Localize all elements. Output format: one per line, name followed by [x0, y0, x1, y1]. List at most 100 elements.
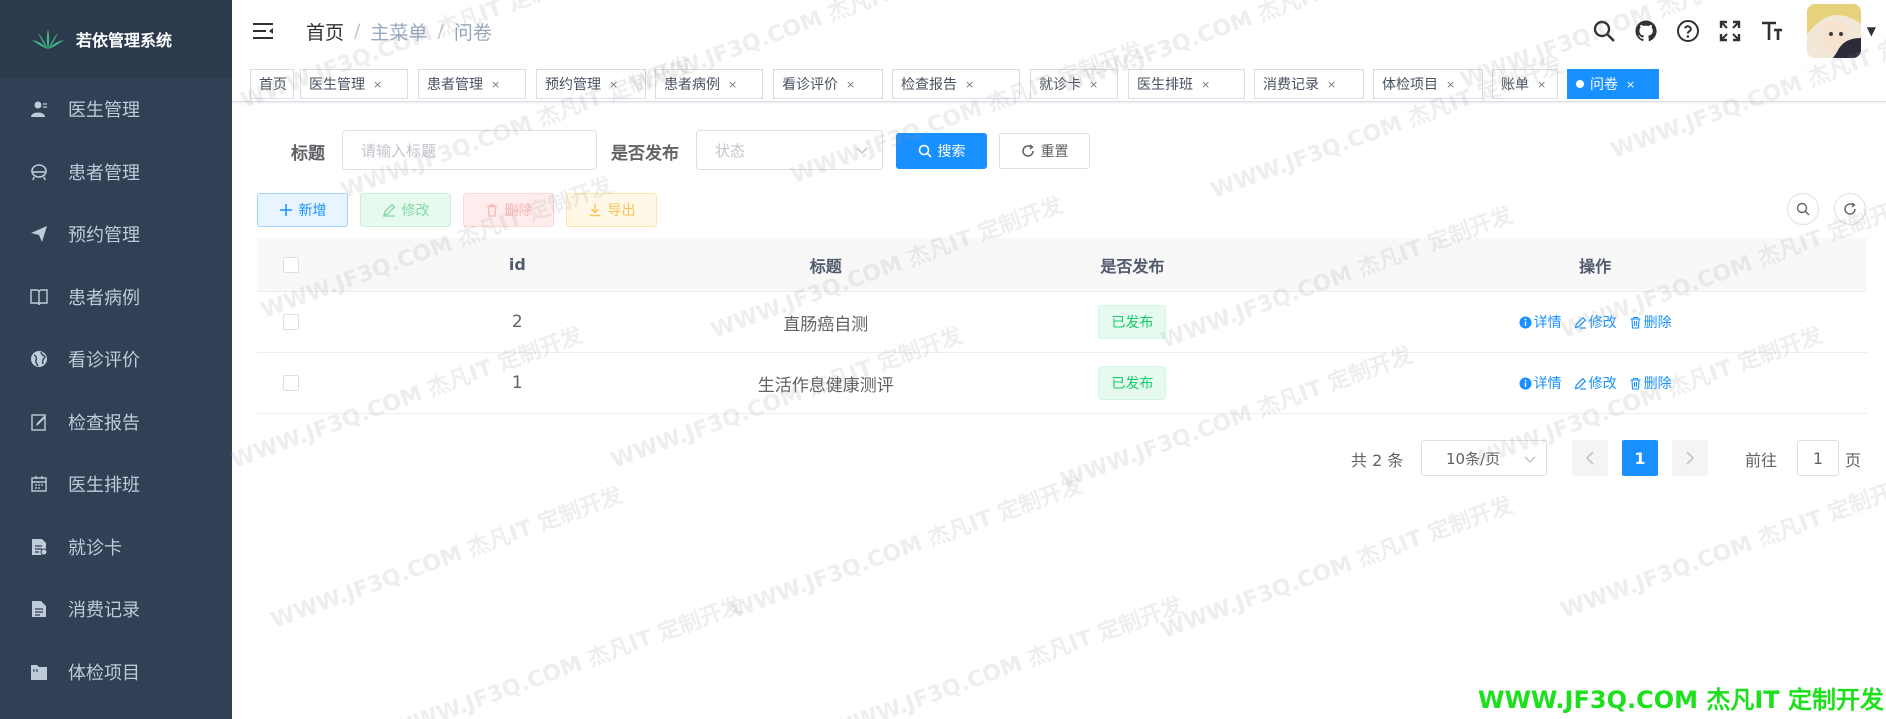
- export-button[interactable]: 导出: [566, 193, 657, 227]
- title-label: 标题: [291, 144, 325, 164]
- patient-icon: [30, 163, 48, 181]
- close-icon[interactable]: ×: [965, 78, 974, 91]
- fullscreen-icon[interactable]: [1717, 18, 1743, 44]
- cell-title: 生活作息健康测评: [757, 375, 894, 396]
- edit-button[interactable]: 修改: [360, 193, 451, 227]
- tag-4[interactable]: 患者病例 ×: [655, 69, 763, 99]
- sidebar-item-3[interactable]: 患者病例: [0, 266, 232, 329]
- tag-6[interactable]: 检查报告 ×: [892, 69, 1020, 99]
- toggle-search-button[interactable]: [1787, 193, 1819, 225]
- close-icon[interactable]: ×: [373, 78, 382, 91]
- reset-button[interactable]: 重置: [999, 133, 1090, 169]
- watermark-text: WWW.JF3Q.COM 杰凡IT 定制开发: [387, 592, 747, 719]
- close-icon[interactable]: ×: [1537, 78, 1546, 91]
- row-delete-button[interactable]: 删除: [1629, 312, 1672, 332]
- caret-down-icon[interactable]: ▼: [1867, 24, 1876, 38]
- header-published: 是否发布: [1100, 256, 1165, 276]
- font-size-icon[interactable]: [1759, 18, 1785, 44]
- page-size-select[interactable]: 10条/页: [1421, 440, 1547, 476]
- row-edit-button[interactable]: 修改: [1574, 373, 1617, 393]
- sidebar-item-label: 患者管理: [68, 162, 140, 184]
- close-icon[interactable]: ×: [846, 78, 855, 91]
- sidebar-item-1[interactable]: 患者管理: [0, 141, 232, 204]
- tag-0[interactable]: 首页: [250, 69, 294, 99]
- close-icon[interactable]: ×: [1626, 78, 1635, 91]
- page-1-button[interactable]: 1: [1622, 440, 1658, 476]
- row-edit-button[interactable]: 修改: [1574, 312, 1617, 332]
- tag-10[interactable]: 体检项目 ×: [1373, 69, 1483, 99]
- close-icon[interactable]: ×: [609, 78, 618, 91]
- breadcrumb-home[interactable]: 首页: [306, 18, 344, 45]
- hamburger-icon[interactable]: [252, 20, 274, 42]
- search-button[interactable]: 搜索: [896, 133, 987, 169]
- select-all-checkbox[interactable]: [282, 256, 299, 273]
- next-page-button[interactable]: [1672, 440, 1708, 476]
- add-button[interactable]: 新增: [257, 193, 348, 227]
- tag-5[interactable]: 看诊评价 ×: [773, 69, 883, 99]
- title-placeholder: 请输入标题: [361, 141, 437, 160]
- tag-11[interactable]: 账单 ×: [1492, 69, 1558, 99]
- tag-label: 消费记录: [1263, 77, 1319, 93]
- title-input[interactable]: 请输入标题: [342, 130, 597, 170]
- avatar[interactable]: [1806, 4, 1861, 58]
- card-icon: [30, 538, 48, 556]
- calendar-icon: [30, 475, 48, 493]
- logo-icon: [32, 29, 64, 49]
- tag-label: 就诊卡: [1039, 77, 1081, 93]
- trash-icon: [486, 204, 497, 217]
- close-icon[interactable]: ×: [1089, 78, 1098, 91]
- plus-icon: [279, 204, 292, 216]
- tag-7[interactable]: 就诊卡 ×: [1030, 69, 1118, 99]
- goto-page-input[interactable]: 1: [1797, 440, 1839, 476]
- status-badge: 已发布: [1098, 305, 1167, 339]
- sidebar-item-4[interactable]: 看诊评价: [0, 328, 232, 391]
- tag-1[interactable]: 医生管理 ×: [300, 69, 408, 99]
- watermark-text: WWW.JF3Q.COM 杰凡IT 定制开发: [827, 592, 1187, 719]
- refresh-table-button[interactable]: [1834, 193, 1866, 225]
- sidebar-item-7[interactable]: 就诊卡: [0, 516, 232, 579]
- delete-button[interactable]: 删除: [463, 193, 554, 227]
- app-title: 若依管理系统: [76, 31, 173, 50]
- prev-page-button[interactable]: [1572, 440, 1608, 476]
- close-icon[interactable]: ×: [1201, 78, 1210, 91]
- edit-icon: [30, 413, 48, 431]
- delete-label: 删除: [1643, 376, 1672, 392]
- sidebar: 若依管理系统 医生管理患者管理预约管理 患者病例 看诊评价 检查报告 医生排班 就诊卡消费…: [0, 0, 232, 719]
- close-icon[interactable]: ×: [491, 78, 500, 91]
- github-icon[interactable]: [1633, 18, 1659, 44]
- row-checkbox[interactable]: [282, 375, 299, 391]
- close-icon[interactable]: ×: [1446, 78, 1455, 91]
- header-title: 标题: [809, 256, 842, 276]
- tag-12[interactable]: 问卷 ×: [1567, 69, 1659, 99]
- sidebar-item-9[interactable]: 体检项目: [0, 641, 232, 704]
- help-icon[interactable]: [1675, 18, 1701, 44]
- publish-label: 是否发布: [611, 144, 679, 164]
- right-menu: ▼: [1575, 0, 1876, 62]
- sidebar-item-0[interactable]: 医生管理: [0, 78, 232, 141]
- detail-button[interactable]: 详情: [1519, 312, 1562, 332]
- watermark-text: WWW.JF3Q.COM 杰凡IT 定制开发: [1557, 472, 1886, 624]
- tag-8[interactable]: 医生排班 ×: [1128, 69, 1245, 99]
- tag-2[interactable]: 患者管理 ×: [418, 69, 526, 99]
- breadcrumb-level2: 问卷: [453, 21, 492, 44]
- sidebar-item-6[interactable]: 医生排班: [0, 453, 232, 516]
- folder-icon: [30, 663, 48, 681]
- sidebar-item-8[interactable]: 消费记录: [0, 578, 232, 641]
- tag-3[interactable]: 预约管理 ×: [536, 69, 646, 99]
- row-delete-button[interactable]: 删除: [1629, 373, 1672, 393]
- sidebar-item-label: 消费记录: [68, 600, 140, 622]
- tag-9[interactable]: 消费记录 ×: [1254, 69, 1364, 99]
- export-button-label: 导出: [607, 203, 636, 219]
- close-icon[interactable]: ×: [1327, 78, 1336, 91]
- detail-button[interactable]: 详情: [1519, 373, 1562, 393]
- close-icon[interactable]: ×: [728, 78, 737, 91]
- chevron-right-icon: [1686, 451, 1695, 465]
- sidebar-item-2[interactable]: 预约管理: [0, 203, 232, 266]
- sidebar-logo[interactable]: 若依管理系统: [0, 0, 232, 78]
- sidebar-item-5[interactable]: 检查报告: [0, 391, 232, 454]
- publish-placeholder: 状态: [715, 141, 746, 160]
- cell-id: 1: [511, 373, 523, 393]
- row-checkbox[interactable]: [282, 314, 299, 330]
- search-icon[interactable]: [1591, 18, 1617, 44]
- publish-select[interactable]: 状态: [696, 130, 883, 170]
